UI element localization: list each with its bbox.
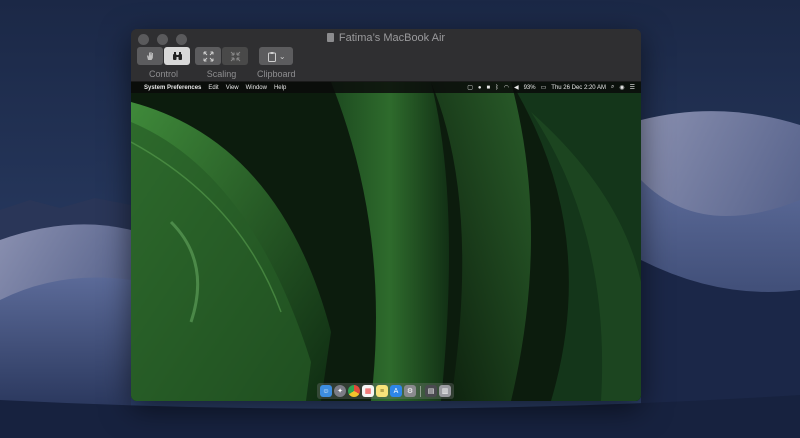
clock[interactable]: Thu 26 Dec 2:20 AM — [551, 85, 606, 91]
fit-to-window-icon[interactable] — [195, 47, 221, 65]
binoculars-icon[interactable] — [164, 47, 190, 65]
calendar-icon[interactable]: ▦ — [362, 385, 374, 397]
menu-view[interactable]: View — [226, 85, 239, 91]
battery-icon[interactable]: ▭ — [541, 84, 547, 91]
window-titlebar[interactable]: Fatima’s MacBook Air Control Scaling ⌄ C… — [131, 29, 641, 82]
remote-wallpaper-leaves — [131, 82, 641, 401]
system-preferences-icon[interactable]: ⚙ — [404, 385, 416, 397]
menubar-status-area: ▢ ● ■ ᛒ ◠ ◀ 93% ▭ Thu 26 Dec 2:20 AM ⌕ ◉… — [462, 84, 635, 91]
menu-help[interactable]: Help — [274, 85, 286, 91]
mouse-icon[interactable]: ● — [478, 85, 482, 91]
menu-app-name[interactable]: System Preferences — [144, 85, 201, 91]
notes-icon[interactable]: ≡ — [376, 385, 388, 397]
menu-edit[interactable]: Edit — [208, 85, 218, 91]
scaling-label: Scaling — [206, 69, 237, 79]
clipboard-button[interactable]: ⌄ — [259, 47, 294, 65]
clipboard-group: ⌄ Clipboard — [257, 47, 296, 79]
clipboard-icon — [267, 51, 276, 62]
chevron-down-icon: ⌄ — [278, 51, 286, 61]
launchpad-icon[interactable]: ✦ — [334, 385, 346, 397]
clipboard-label: Clipboard — [257, 69, 296, 79]
menu-window[interactable]: Window — [246, 85, 267, 91]
finder-icon[interactable]: ☺ — [320, 385, 332, 397]
notification-center-icon[interactable]: ☰ — [630, 84, 635, 91]
control-group: Control — [137, 47, 190, 79]
spotlight-icon[interactable]: ⌕ — [611, 84, 614, 91]
remote-menubar: System Preferences Edit View Window Help… — [131, 82, 641, 93]
app-status-icon[interactable]: ■ — [486, 85, 490, 91]
volume-icon[interactable]: ◀ — [514, 84, 519, 91]
hand-icon[interactable] — [137, 47, 163, 65]
downloads-stack-icon[interactable]: ▤ — [425, 385, 437, 397]
wifi-icon[interactable]: ◠ — [504, 84, 509, 91]
bluetooth-icon[interactable]: ᛒ — [495, 85, 499, 91]
app-store-icon[interactable]: A — [390, 385, 402, 397]
screen-mirror-icon[interactable]: ▢ — [467, 84, 473, 91]
scaling-group: Scaling — [195, 47, 248, 79]
siri-icon[interactable]: ◉ — [619, 84, 624, 91]
document-icon — [326, 33, 334, 42]
remote-dock: ☺ ✦ ▦ ≡ A ⚙ ▤ ▥ — [317, 383, 454, 399]
trash-icon[interactable]: ▥ — [439, 385, 451, 397]
window-title: Fatima’s MacBook Air — [131, 32, 641, 44]
screen-sharing-window: Fatima’s MacBook Air Control Scaling ⌄ C… — [131, 29, 641, 401]
control-label: Control — [148, 69, 178, 79]
battery-percent[interactable]: 93% — [524, 85, 536, 91]
chrome-icon[interactable] — [348, 385, 360, 397]
dock-separator — [420, 385, 421, 397]
full-size-icon[interactable] — [222, 47, 248, 65]
remote-screen[interactable]: System Preferences Edit View Window Help… — [131, 82, 641, 401]
